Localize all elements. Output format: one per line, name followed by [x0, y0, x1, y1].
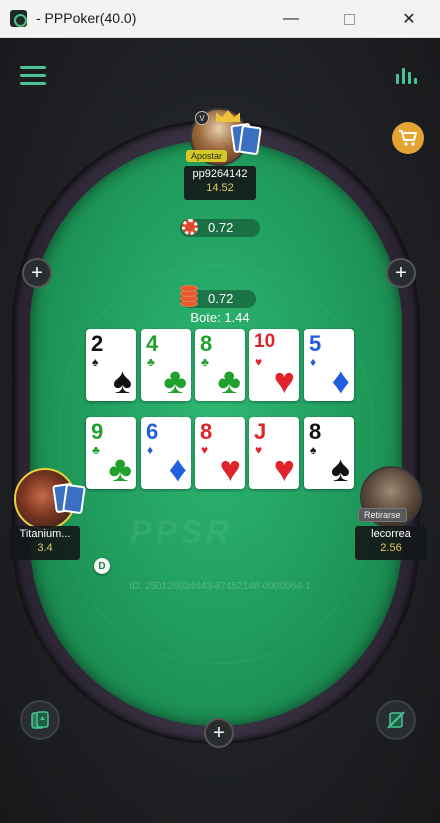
vip-badge-icon: V: [195, 111, 209, 125]
nameplate-right-player: lecorrea 2.56: [355, 526, 427, 560]
heart-icon: ♥: [273, 448, 295, 489]
board-card: 5 ♦ ♦: [304, 329, 354, 401]
diamond-icon: ♦: [147, 443, 154, 457]
bet-amount: 0.72: [208, 220, 234, 235]
spade-icon: ♠: [112, 360, 132, 401]
diamond-icon: ♦: [168, 448, 187, 489]
card-rank: 8: [200, 419, 213, 444]
card-back-icon: [62, 483, 86, 515]
action-tag-fold: Retirarse: [358, 508, 407, 522]
club-icon: ♣: [217, 360, 241, 401]
maximize-button[interactable]: [326, 0, 372, 38]
nameplate-left-player: Titanium... 3.4: [10, 526, 80, 560]
table-watermark: PPSR: [130, 514, 234, 550]
card-rank: J: [254, 419, 267, 444]
board-card: 8 ♥ ♥: [195, 417, 245, 489]
player-stack: 14.52: [206, 182, 234, 194]
seat-add-button-left[interactable]: +: [22, 258, 52, 288]
pot-chips: 0.72: [180, 285, 256, 308]
maximize-icon: [343, 13, 355, 25]
player-stack: 2.56: [380, 542, 402, 554]
card-rank: 8: [309, 419, 322, 444]
pot-amount: 0.72: [208, 291, 234, 306]
card-rank: 5: [309, 331, 322, 356]
app-icon: [10, 10, 27, 27]
card-rank: 9: [91, 419, 104, 444]
no-cards-glyph: [387, 711, 405, 729]
card-rank: 6: [146, 419, 159, 444]
card-rank: 2: [91, 331, 104, 356]
cart-glyph: [399, 130, 417, 146]
player-name: Titanium...: [19, 528, 71, 540]
diamond-icon: ♦: [310, 355, 317, 369]
diamond-icon: ♦: [331, 360, 350, 401]
card-rank: 8: [200, 331, 213, 356]
board-card: 9 ♣ ♣: [86, 417, 136, 489]
action-tag-bet: Apostar: [186, 150, 228, 162]
hand-id: ID: 250126034643-87452148-0000064-1: [129, 581, 311, 592]
spade-icon: ♠: [92, 355, 99, 369]
hide-cards-icon[interactable]: [376, 700, 416, 740]
club-icon: ♣: [147, 355, 155, 369]
window-title: - PPPoker(40.0): [36, 10, 137, 26]
window-titlebar: - PPPoker(40.0) — ✕: [0, 0, 440, 38]
player-name: pp9264142: [192, 168, 248, 180]
spade-icon: ♠: [330, 448, 350, 489]
chip-stack-icon: [180, 284, 198, 308]
card-rank: 10: [254, 331, 276, 352]
heart-icon: ♥: [255, 355, 263, 369]
heart-icon: ♥: [273, 360, 295, 401]
pot-total-label: Bote: 1.44: [190, 310, 250, 325]
club-icon: ♣: [108, 448, 132, 489]
nameplate-top-player: pp9264142 14.52: [184, 166, 256, 200]
chip-icon: [182, 219, 198, 235]
board-card: 6 ♦ ♦: [141, 417, 191, 489]
card-rank: 4: [146, 331, 159, 356]
board-card: 2 ♠ ♠: [86, 329, 136, 401]
club-icon: ♣: [201, 355, 209, 369]
board-card: 4 ♣ ♣: [141, 329, 191, 401]
card-back-icon: [238, 124, 262, 156]
cards-glyph: [31, 711, 49, 729]
player-name: lecorrea: [371, 528, 411, 540]
heart-icon: ♥: [219, 448, 241, 489]
club-icon: ♣: [163, 360, 187, 401]
player-bet: 0.72: [180, 219, 260, 237]
minimize-button[interactable]: —: [268, 0, 314, 38]
seat-add-button-right[interactable]: +: [386, 258, 416, 288]
heart-icon: ♥: [255, 443, 263, 457]
poker-table-view: PPSR ID: 250126034643-87452148-0000064-1…: [0, 38, 440, 823]
board-card: 8 ♣ ♣: [195, 329, 245, 401]
player-stack: 3.4: [37, 542, 53, 554]
shopping-cart-icon[interactable]: [392, 122, 424, 154]
board-card: J ♥ ♥: [249, 417, 299, 489]
bar-chart-icon[interactable]: [396, 62, 418, 84]
hamburger-menu-icon[interactable]: [20, 66, 46, 86]
board-card: 10 ♥ ♥: [249, 329, 299, 401]
board-card: 8 ♠ ♠: [304, 417, 354, 489]
dealer-button: D: [94, 558, 110, 574]
spade-icon: ♠: [310, 443, 317, 457]
seat-add-button-bottom[interactable]: +: [204, 718, 234, 748]
card-deck-icon[interactable]: [20, 700, 60, 740]
close-button[interactable]: ✕: [386, 0, 432, 38]
club-icon: ♣: [92, 443, 100, 457]
heart-icon: ♥: [201, 443, 209, 457]
